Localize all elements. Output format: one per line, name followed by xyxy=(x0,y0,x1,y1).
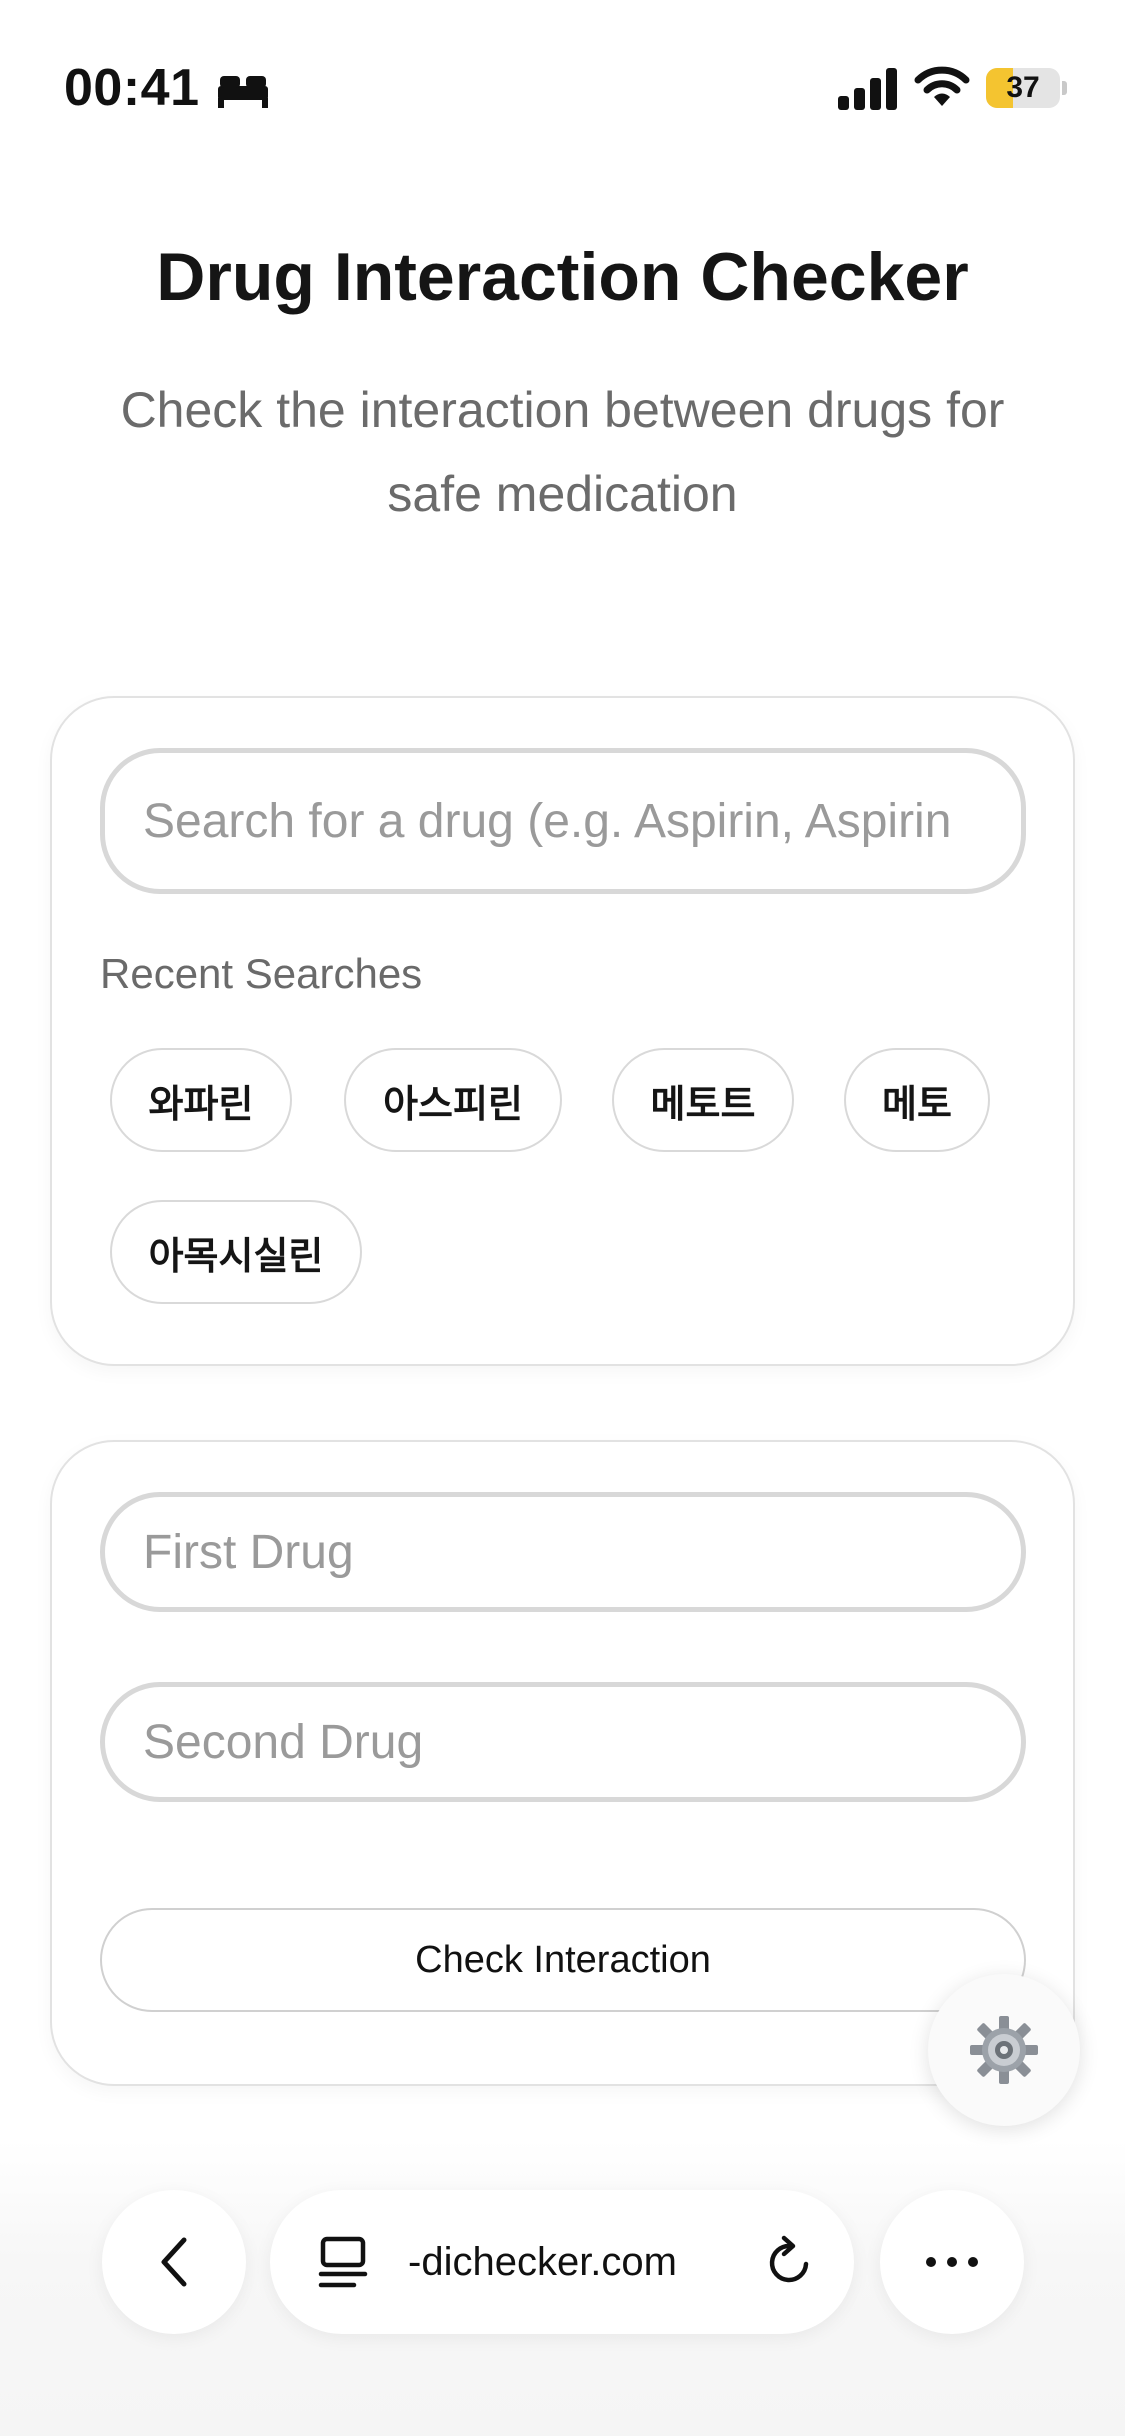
page: 00:41 37 Drug Interaction Checker Check … xyxy=(0,0,1125,2436)
check-interaction-button[interactable]: Check Interaction xyxy=(100,1908,1026,2012)
battery-percent: 37 xyxy=(1006,71,1040,104)
address-bar[interactable]: -dichecker.com xyxy=(270,2190,854,2334)
page-subtitle: Check the interaction between drugs for … xyxy=(120,382,1005,522)
search-card: Search for a drug (e.g. Aspirin, Aspirin… xyxy=(50,696,1075,1366)
recent-search-chip[interactable]: 아스피린 xyxy=(344,1048,562,1152)
first-drug-placeholder: First Drug xyxy=(143,1525,354,1579)
gear-icon xyxy=(970,2016,1038,2084)
interaction-card: First Drug Second Drug Check Interaction xyxy=(50,1440,1075,2086)
drug-search-input[interactable]: Search for a drug (e.g. Aspirin, Aspirin xyxy=(100,748,1026,894)
recent-search-chip[interactable]: 아목시실린 xyxy=(110,1200,362,1304)
page-title: Drug Interaction Checker xyxy=(156,239,969,315)
settings-fab[interactable] xyxy=(928,1974,1080,2126)
battery-icon: 37 xyxy=(986,68,1067,108)
status-bar: 00:41 37 xyxy=(0,0,1125,150)
tab-overview-icon xyxy=(318,2236,368,2288)
drug-search-placeholder: Search for a drug (e.g. Aspirin, Aspirin xyxy=(143,794,952,848)
address-url: -dichecker.com xyxy=(408,2240,677,2284)
status-time: 00:41 xyxy=(64,59,200,117)
battery-body: 37 xyxy=(986,68,1060,108)
reload-icon[interactable] xyxy=(762,2234,818,2290)
back-chevron-icon xyxy=(161,2237,187,2287)
battery-cap xyxy=(1062,81,1067,95)
second-drug-input[interactable]: Second Drug xyxy=(100,1682,1026,1802)
wifi-icon xyxy=(914,66,970,106)
recent-search-chip[interactable]: 와파린 xyxy=(110,1048,292,1152)
bed-icon xyxy=(218,76,268,108)
more-button[interactable] xyxy=(880,2190,1024,2334)
recent-searches-label: Recent Searches xyxy=(100,950,423,997)
back-button[interactable] xyxy=(102,2190,246,2334)
first-drug-input[interactable]: First Drug xyxy=(100,1492,1026,1612)
recent-search-chip[interactable]: 메토 xyxy=(844,1048,990,1152)
signal-icon xyxy=(838,68,897,110)
second-drug-placeholder: Second Drug xyxy=(143,1715,424,1769)
more-icon xyxy=(926,2257,978,2267)
recent-search-chip[interactable]: 메토트 xyxy=(612,1048,794,1152)
